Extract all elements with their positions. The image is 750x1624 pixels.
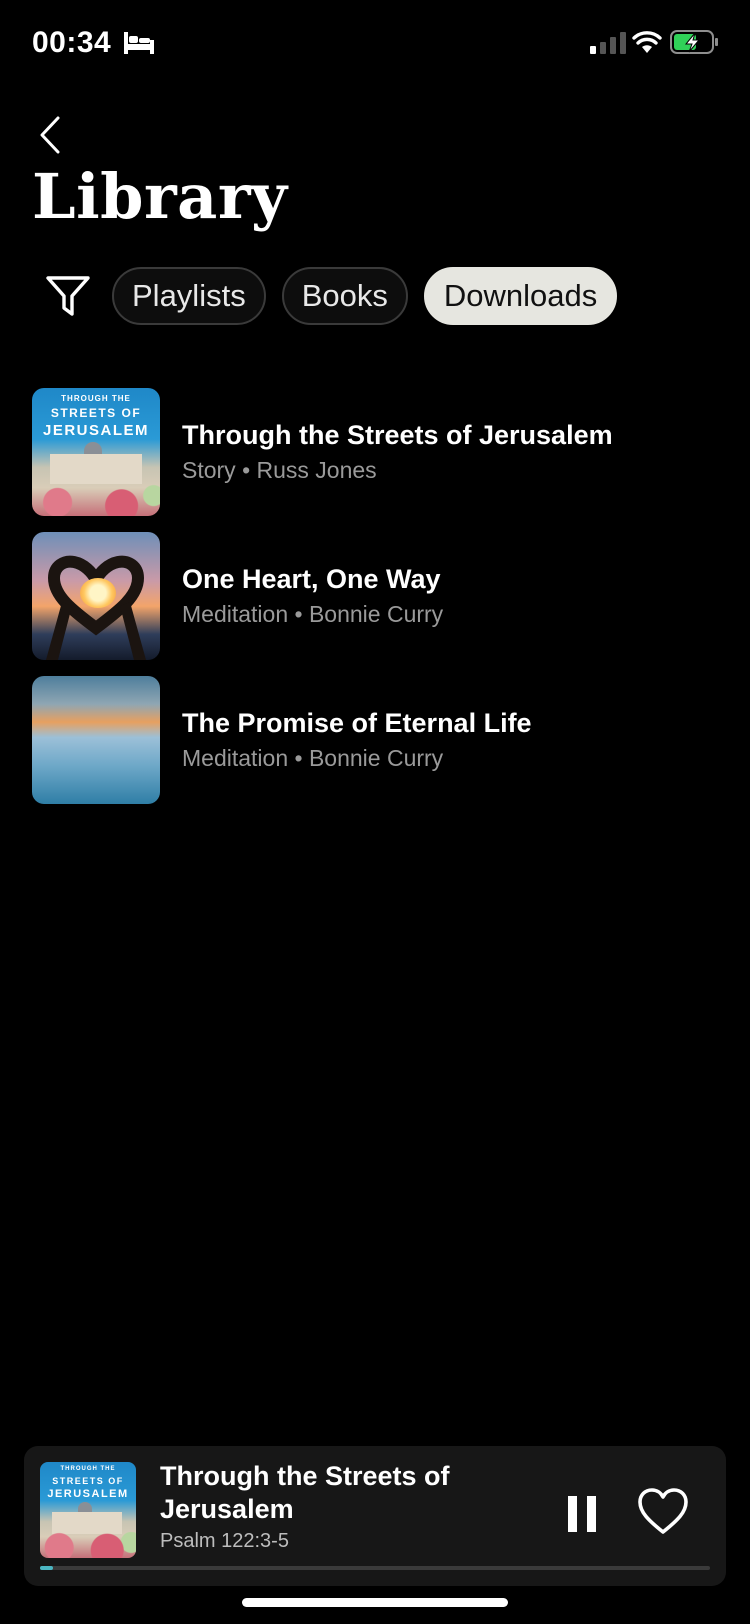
- progress-bar[interactable]: [40, 1566, 710, 1570]
- mini-player[interactable]: THROUGH THE STREETS OF JERUSALEM Through…: [24, 1446, 726, 1586]
- cover-text-line: THROUGH THE: [61, 394, 131, 403]
- chip-downloads[interactable]: Downloads: [423, 267, 618, 325]
- status-time: 00:34: [32, 26, 112, 59]
- player-cover-image: THROUGH THE STREETS OF JERUSALEM: [40, 1462, 136, 1558]
- battery-charging-icon: [670, 30, 718, 54]
- list-item[interactable]: THROUGH THE STREETS OF JERUSALEM Through…: [32, 380, 722, 524]
- cover-text-line: JERUSALEM: [47, 1488, 129, 1500]
- player-title: Through the Streets of Jerusalem: [160, 1461, 450, 1524]
- bed-icon: [124, 32, 154, 54]
- item-meta: Meditation • Bonnie Curry: [182, 745, 444, 771]
- chevron-left-icon: [40, 116, 60, 154]
- favorite-button[interactable]: [636, 1486, 690, 1538]
- status-bar: 00:34: [0, 0, 750, 90]
- list-item[interactable]: The Promise of Eternal Life Meditation •…: [32, 668, 722, 812]
- filter-button[interactable]: [40, 265, 96, 327]
- page-title: Library: [32, 160, 288, 233]
- back-button[interactable]: [30, 110, 70, 160]
- cover-text-line: STREETS OF: [52, 1476, 124, 1486]
- cover-image: [32, 676, 160, 804]
- home-indicator[interactable]: [242, 1598, 508, 1607]
- item-title: The Promise of Eternal Life: [182, 708, 532, 738]
- signal-icon: [590, 32, 626, 54]
- cover-text-line: STREETS OF: [50, 406, 142, 420]
- progress-fill: [40, 1566, 54, 1570]
- item-title: Through the Streets of Jerusalem: [182, 420, 613, 450]
- filter-icon: [46, 276, 90, 316]
- player-subtitle: Psalm 122:3-5: [160, 1530, 289, 1552]
- item-title: One Heart, One Way: [182, 564, 441, 594]
- cover-text-line: THROUGH THE: [60, 1466, 116, 1472]
- filter-bar: Playlists Books Downloads: [40, 265, 618, 327]
- pause-icon: [568, 1496, 596, 1532]
- item-meta: Story • Russ Jones: [182, 457, 377, 483]
- cover-image: [32, 532, 160, 660]
- list-item[interactable]: One Heart, One Way Meditation • Bonnie C…: [32, 524, 722, 668]
- pause-button[interactable]: [564, 1490, 604, 1538]
- heart-outline-icon: [638, 1488, 688, 1534]
- item-meta: Meditation • Bonnie Curry: [182, 601, 444, 627]
- downloads-list: THROUGH THE STREETS OF JERUSALEM Through…: [32, 380, 722, 812]
- chip-playlists[interactable]: Playlists: [112, 267, 266, 325]
- wifi-icon: [632, 31, 662, 53]
- chip-books[interactable]: Books: [281, 267, 408, 325]
- cover-image: THROUGH THE STREETS OF JERUSALEM: [32, 388, 160, 516]
- cover-text-line: JERUSALEM: [42, 422, 149, 439]
